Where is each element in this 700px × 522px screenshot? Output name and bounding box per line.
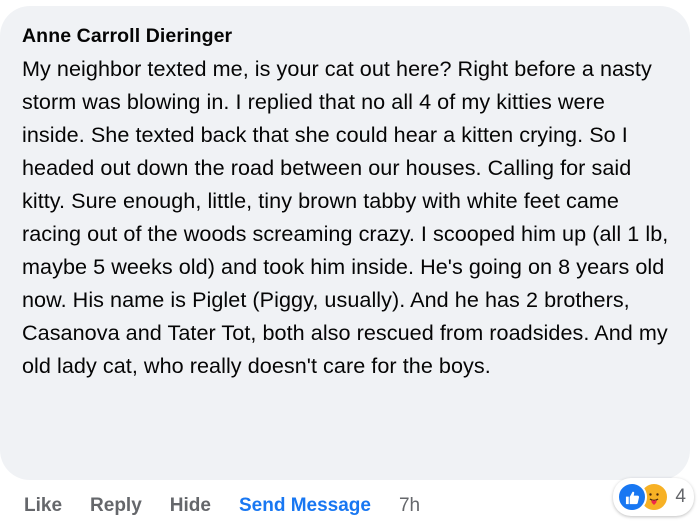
- send-message-button[interactable]: Send Message: [239, 492, 371, 520]
- reaction-count: 4: [675, 486, 686, 507]
- comment-bubble: Anne Carroll Dieringer My neighbor texte…: [0, 6, 690, 480]
- hide-button[interactable]: Hide: [170, 492, 211, 520]
- comment-actions: Like Reply Hide Send Message 7h: [24, 492, 420, 520]
- reply-button[interactable]: Reply: [90, 492, 142, 520]
- comment-author[interactable]: Anne Carroll Dieringer: [22, 24, 668, 48]
- comment-timestamp[interactable]: 7h: [399, 492, 420, 520]
- comment-text: My neighbor texted me, is your cat out h…: [22, 56, 669, 378]
- like-button[interactable]: Like: [24, 492, 62, 520]
- reactions-summary[interactable]: 4: [613, 478, 694, 516]
